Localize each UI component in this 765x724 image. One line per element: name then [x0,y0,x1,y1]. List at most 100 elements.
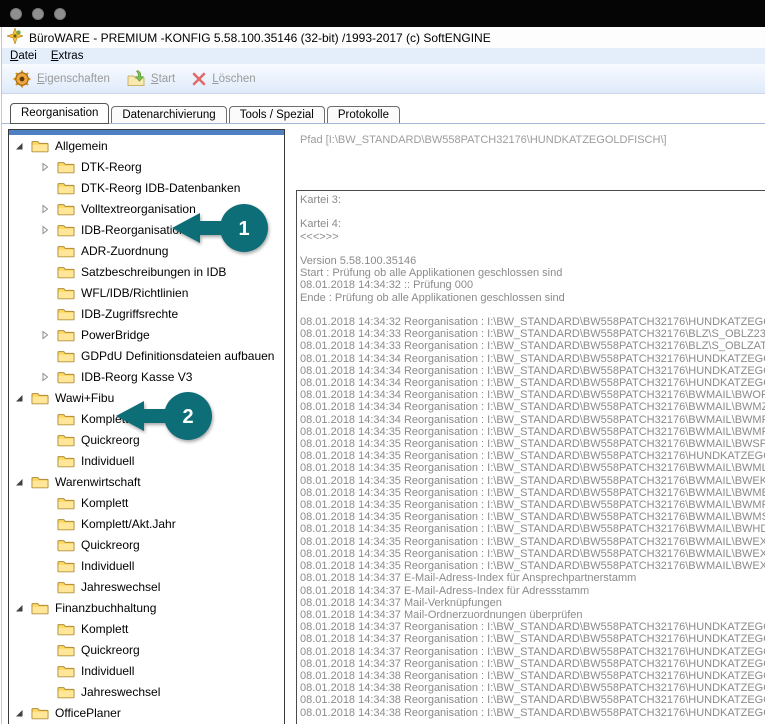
tree-expanded-toggle-icon[interactable] [13,393,25,403]
window-left-edge [1,27,2,724]
tree-item-label: Komplett [81,496,128,510]
tree-item[interactable]: Finanzbuchhaltung [9,597,284,618]
tree-item-label: Quickreorg [81,538,140,552]
start-button[interactable]: Start [126,69,175,89]
folder-icon [31,706,49,720]
tab-protokolle[interactable]: Protokolle [327,106,400,123]
window-close-icon[interactable] [10,8,22,20]
app-window: BüroWARE - PREMIUM -KONFIG 5.58.100.3514… [0,0,765,724]
chrome-bar [0,0,765,27]
tree-item[interactable]: PowerBridge [9,324,284,345]
folder-icon [57,685,75,699]
folder-icon [57,181,75,195]
tree-item-label: Individuell [81,454,134,468]
folder-icon [57,538,75,552]
tree-item[interactable]: Quickreorg [9,639,284,660]
tree-item[interactable]: GDPdU Definitionsdateien aufbauen [9,345,284,366]
folder-icon [31,601,49,615]
tree-item[interactable]: Individuell [9,555,284,576]
folder-icon [57,433,75,447]
folder-icon [57,496,75,510]
tree-item[interactable]: Quickreorg [9,534,284,555]
tree-item-label: Wawi+Fibu [55,391,114,405]
folder-icon [57,244,75,258]
tree-item[interactable]: IDB-Reorg Kasse V3 [9,366,284,387]
tree-expanded-toggle-icon[interactable] [13,477,25,487]
path-label: Pfad [I:\BW_STANDARD\BW558PATCH32176\HUN… [300,134,667,146]
tree-item-label: Jahreswechsel [81,685,160,699]
callout-1-number: 1 [238,218,249,240]
folder-icon [57,517,75,531]
tree-item-label: WFL/IDB/Richtlinien [81,286,188,300]
folder-icon [57,559,75,573]
folder-icon [31,391,49,405]
tree-item[interactable]: Komplett/Akt.Jahr [9,513,284,534]
tree-item-label: Komplett [81,622,128,636]
folder-icon [57,580,75,594]
menu-bar: Datei Extras [2,48,765,64]
folder-icon [57,160,75,174]
folder-icon [57,223,75,237]
tree-item[interactable]: Jahreswechsel [9,681,284,702]
callout-2: 2 [114,389,264,443]
delete-x-icon [191,71,207,87]
start-folder-arrow-icon [126,69,146,89]
tree-item[interactable]: DTK-Reorg IDB-Datenbanken [9,177,284,198]
tree-collapsed-toggle-icon[interactable] [39,204,51,214]
tree-item-label: Komplett/Akt.Jahr [81,517,176,531]
tree-collapsed-toggle-icon[interactable] [39,372,51,382]
tree-collapsed-toggle-icon[interactable] [39,162,51,172]
tree-item[interactable]: Jahreswechsel [9,576,284,597]
tree-item[interactable]: Individuell [9,660,284,681]
tab-datenarchivierung[interactable]: Datenarchivierung [111,106,226,123]
folder-icon [57,307,75,321]
folder-icon [57,286,75,300]
tree-item-label: Individuell [81,559,134,573]
tree-item[interactable]: DTK-Reorg [9,156,284,177]
tree-item[interactable]: Warenwirtschaft [9,471,284,492]
callout-1: 1 [170,201,320,255]
callout-2-number: 2 [182,406,193,428]
window-zoom-icon[interactable] [54,8,66,20]
tree-item-label: Quickreorg [81,643,140,657]
folder-icon [57,370,75,384]
start-label: Start [151,73,175,85]
tree-collapsed-toggle-icon[interactable] [39,330,51,340]
tree-item[interactable]: OfficePlaner [9,702,284,723]
folder-icon [57,622,75,636]
log-box[interactable]: Kartei 3: Kartei 4: <<<>>> Version 5.58.… [296,190,765,724]
tree-item-label: GDPdU Definitionsdateien aufbauen [81,349,274,363]
menu-item-datei[interactable]: Datei [10,50,37,62]
tree-collapsed-toggle-icon[interactable] [39,225,51,235]
tab-tools-spezial[interactable]: Tools / Spezial [229,106,325,123]
tree-expanded-toggle-icon[interactable] [13,708,25,718]
tree-item[interactable]: Individuell [9,450,284,471]
properties-gear-icon [12,69,32,89]
eigenschaften-label: Eigenschaften [37,73,110,85]
tree-item[interactable]: WFL/IDB/Richtlinien [9,282,284,303]
title-bar: BüroWARE - PREMIUM -KONFIG 5.58.100.3514… [2,27,765,48]
tree-item[interactable]: Komplett [9,618,284,639]
app-icon [7,28,23,47]
tree-expanded-toggle-icon[interactable] [13,603,25,613]
folder-icon [57,202,75,216]
tree-item-label: Warenwirtschaft [55,475,141,489]
folder-icon [57,643,75,657]
folder-icon [31,475,49,489]
menu-item-extras[interactable]: Extras [51,50,84,62]
log-text: Kartei 3: Kartei 4: <<<>>> Version 5.58.… [300,194,765,719]
loeschen-button[interactable]: Löschen [191,71,256,87]
tab-reorganisation[interactable]: Reorganisation [10,103,109,124]
eigenschaften-button[interactable]: Eigenschaften [12,69,110,89]
tree-expanded-toggle-icon[interactable] [13,141,25,151]
tree-item[interactable]: Satzbeschreibungen in IDB [9,261,284,282]
tree-item-label: DTK-Reorg IDB-Datenbanken [81,181,240,195]
tab-bar: ReorganisationDatenarchivierungTools / S… [2,103,765,124]
tree-item[interactable]: Allgemein [9,135,284,156]
window-minimize-icon[interactable] [32,8,44,20]
folder-icon [57,349,75,363]
tree-item-label: PowerBridge [81,328,150,342]
tree-item[interactable]: IDB-Zugriffsrechte [9,303,284,324]
tree-item[interactable]: Komplett [9,492,284,513]
tree-item-label: Allgemein [55,139,108,153]
